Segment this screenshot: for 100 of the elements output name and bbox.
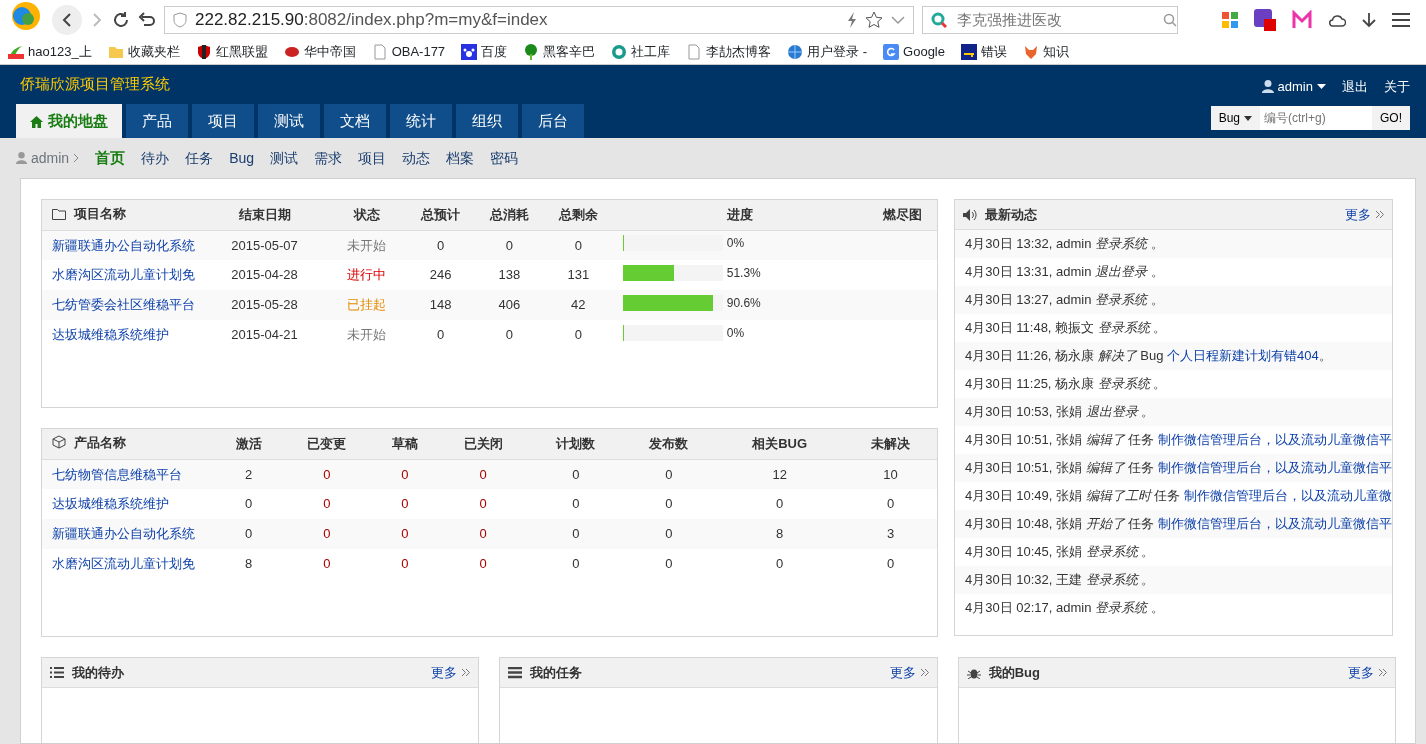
- go-button[interactable]: GO!: [1372, 106, 1410, 130]
- column-header: 相关BUG: [715, 429, 845, 459]
- nav-tab[interactable]: 产品: [126, 103, 188, 138]
- user-icon: [1261, 80, 1274, 94]
- number-field[interactable]: 编号(ctrl+g): [1260, 106, 1372, 130]
- search-icon[interactable]: [1163, 13, 1177, 27]
- star-icon[interactable]: [865, 11, 883, 29]
- table-cell: 3: [844, 519, 937, 549]
- subnav-link[interactable]: 测试: [270, 147, 299, 169]
- column-header: 发布数: [622, 429, 716, 459]
- bookmark-link[interactable]: 华中帝国: [283, 42, 356, 62]
- bookmark-link[interactable]: 社工库: [611, 42, 671, 62]
- shield-icon: [173, 12, 187, 28]
- header-link[interactable]: 关于: [1384, 77, 1410, 97]
- activity-link[interactable]: 制作微信管理后台，以及流动儿童微信平: [1157, 516, 1392, 531]
- type-dropdown[interactable]: Bug: [1210, 106, 1260, 130]
- bookmark-link[interactable]: 李劼杰博客: [686, 42, 772, 62]
- subnav-link[interactable]: 首页: [95, 146, 126, 170]
- download-icon[interactable]: [1362, 12, 1376, 28]
- activity-link[interactable]: 个人日程新建计划有错404: [1167, 348, 1319, 363]
- subnav-link[interactable]: 密码: [490, 147, 519, 169]
- double-chevron-icon: [461, 668, 471, 677]
- column-header: 计划数: [529, 429, 623, 459]
- more-link[interactable]: 更多: [431, 662, 471, 683]
- search-box[interactable]: 李克强推进医改: [922, 6, 1178, 34]
- home-icon: [30, 115, 43, 128]
- subnav-link[interactable]: Bug: [229, 147, 255, 169]
- table-cell: 246: [406, 260, 475, 290]
- bookmark-link[interactable]: 用户登录 -: [787, 42, 868, 62]
- activity-entry: 4月30日 10:48, 张娟 开始了 任务 制作微信管理后台，以及流动儿童微信平: [955, 510, 1392, 538]
- subnav-link[interactable]: 任务: [185, 147, 214, 169]
- lightning-icon[interactable]: [847, 12, 857, 28]
- product-link[interactable]: 达坂城维稳系统维护: [52, 496, 169, 512]
- user-menu[interactable]: admin: [1261, 77, 1326, 97]
- search-engine-icon: [931, 12, 947, 28]
- panel-title: 我的Bug: [988, 663, 1040, 682]
- more-link[interactable]: 更多: [1348, 662, 1387, 683]
- bookmark-link[interactable]: 收藏夹栏: [107, 42, 180, 62]
- subnav-link[interactable]: 动态: [402, 147, 431, 169]
- folder-icon: [107, 44, 124, 60]
- subnav-link[interactable]: 需求: [314, 147, 343, 169]
- table-cell: 138: [474, 260, 544, 290]
- subnav-link[interactable]: 待办: [141, 147, 170, 169]
- chevron-down-icon[interactable]: [891, 15, 905, 25]
- site-logo-icon: [1023, 44, 1039, 60]
- bookmark-link[interactable]: 知识: [1023, 42, 1069, 62]
- column-header: 已关闭: [436, 429, 530, 459]
- nav-tab[interactable]: 后台: [522, 103, 584, 138]
- bookmark-link[interactable]: OBA-177: [371, 42, 446, 62]
- product-link[interactable]: 水磨沟区流动儿童计划免: [52, 556, 195, 572]
- panel-title: 我的待办: [72, 663, 124, 682]
- table-cell: 2015-04-21: [202, 320, 328, 350]
- table-cell: 0: [529, 459, 623, 489]
- bookmark-link[interactable]: 黑客辛巴: [523, 42, 596, 62]
- table-cell: 2015-04-28: [202, 260, 328, 290]
- column-header: 激活: [217, 429, 281, 459]
- site-logo-icon: [787, 44, 804, 60]
- address-bar[interactable]: 222.82.215.90:8082/index.php?m=my&f=index: [164, 6, 914, 34]
- site-logo-icon: [195, 44, 212, 60]
- activity-entry: 4月30日 11:25, 杨永康 登录系统 。: [964, 375, 1168, 393]
- apps-grid-icon[interactable]: [1222, 12, 1238, 28]
- panel-title: 最新动态: [985, 205, 1037, 224]
- nav-tab[interactable]: 测试: [258, 103, 320, 138]
- nav-tab[interactable]: 项目: [192, 103, 254, 138]
- column-header: 总预计: [406, 200, 475, 230]
- letter-m-icon[interactable]: [1292, 10, 1312, 30]
- back-button[interactable]: [52, 5, 82, 35]
- activity-link[interactable]: 制作微信管理后台，以及流动儿童微信平: [1157, 460, 1392, 475]
- column-header: 总剩余: [543, 200, 613, 230]
- activity-link[interactable]: 制作微信管理后台，以及流动儿童微: [1183, 488, 1392, 503]
- project-link[interactable]: 达坂城维稳系统维护: [52, 327, 169, 343]
- bookmark-link[interactable]: 百度: [461, 42, 508, 62]
- more-link[interactable]: 更多: [889, 662, 929, 683]
- bookmark-link[interactable]: 红黑联盟: [195, 42, 268, 62]
- subnav-link[interactable]: 项目: [358, 147, 387, 169]
- reload-icon[interactable]: [112, 11, 130, 29]
- menu-icon[interactable]: [1392, 13, 1410, 27]
- breadcrumb-user[interactable]: admin: [16, 147, 80, 169]
- nav-tab[interactable]: 文档: [324, 103, 386, 138]
- column-header: 产品名称: [74, 433, 126, 452]
- bookmark-link[interactable]: Google: [883, 42, 945, 62]
- cloud-icon[interactable]: [1328, 13, 1346, 27]
- nav-tab[interactable]: 统计: [390, 103, 452, 138]
- table-cell: 0: [217, 489, 281, 519]
- nav-tab[interactable]: 组织: [456, 103, 518, 138]
- bookmark-link[interactable]: hao123_上: [8, 42, 92, 62]
- nav-tab[interactable]: 我的地盘: [16, 103, 122, 138]
- header-link[interactable]: 退出: [1342, 77, 1368, 97]
- subnav-link[interactable]: 档案: [446, 147, 475, 169]
- status-text: 未开始: [347, 327, 387, 343]
- activity-entry: 4月30日 10:53, 张娟 退出登录 。: [955, 398, 1392, 426]
- bookmark-link[interactable]: 错误: [961, 42, 1007, 62]
- more-link[interactable]: 更多: [1345, 204, 1384, 225]
- activity-link[interactable]: 制作微信管理后台，以及流动儿童微信平: [1157, 432, 1392, 447]
- activity-entry: 4月30日 11:26, 杨永康 解决了 Bug 个人日程新建计划有错404。: [955, 342, 1392, 370]
- table-cell: 0: [436, 489, 530, 519]
- speaker-icon: [963, 208, 977, 221]
- project-link[interactable]: 水磨沟区流动儿童计划免: [52, 267, 195, 283]
- undo-icon[interactable]: [138, 11, 156, 29]
- caret-icon: [1317, 84, 1326, 90]
